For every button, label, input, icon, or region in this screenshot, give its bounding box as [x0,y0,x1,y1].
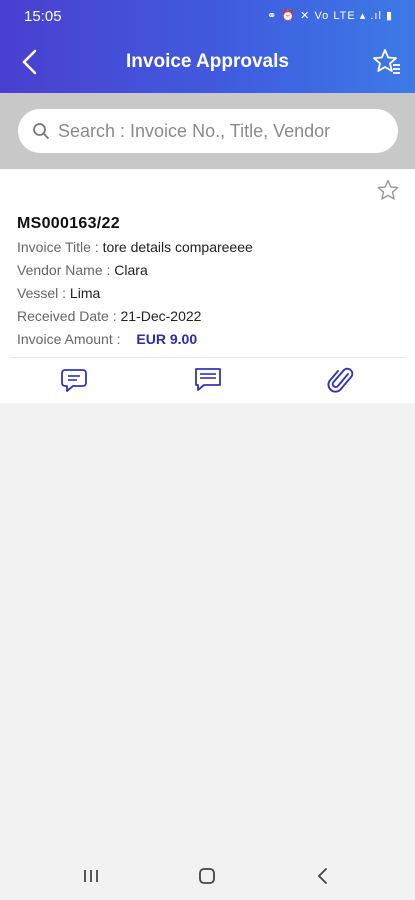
received-date-label: Received Date : [17,308,117,324]
status-bar: 15:05 ⚭ ⏰ ✕ Vo LTE ▴ .ıl ▮ [0,0,415,32]
system-nav-bar [0,852,415,900]
card-divider [10,357,405,358]
attachment-button[interactable] [324,363,358,397]
vessel-row: Vessel : Lima [17,285,100,301]
recent-apps-button[interactable] [76,864,106,888]
favorites-filter-button[interactable] [369,44,405,80]
comments-icon [61,369,87,392]
vendor-value: Clara [114,262,148,278]
chevron-left-icon [318,868,327,884]
invoice-number: MS000163/22 [17,215,120,232]
received-date-value: 21-Dec-2022 [120,308,202,324]
comments-button[interactable] [58,363,92,397]
star-list-icon [373,49,400,74]
message-button[interactable] [191,363,225,397]
app-header: 15:05 ⚭ ⏰ ✕ Vo LTE ▴ .ıl ▮ Invoice Appro… [0,0,415,93]
status-time: 15:05 [24,8,62,25]
favorite-star-button[interactable] [375,177,401,203]
invoice-amount-row: Invoice Amount : EUR 9.00 [17,331,197,347]
recent-apps-icon [84,870,98,882]
search-icon [33,123,49,139]
search-box[interactable] [18,109,398,153]
message-icon [195,368,221,391]
invoice-title-value: tore details compareeee [102,239,253,255]
invoice-card[interactable]: MS000163/22 Invoice Title : tore details… [0,169,415,403]
home-button[interactable] [192,864,222,888]
vendor-label: Vendor Name : [17,262,111,278]
invoice-amount-label: Invoice Amount : [17,331,121,347]
status-icons: ⚭ ⏰ ✕ Vo LTE ▴ .ıl ▮ [267,10,393,22]
search-area [0,93,415,169]
star-outline-icon [377,179,399,200]
invoice-title-row: Invoice Title : tore details compareeee [17,239,253,255]
system-back-button[interactable] [308,864,338,888]
invoice-amount-value: EUR 9.00 [136,331,198,347]
vessel-label: Vessel : [17,285,67,301]
vessel-value: Lima [69,285,101,301]
search-input[interactable] [58,120,378,142]
received-date-row: Received Date : 21-Dec-2022 [17,308,201,324]
page-title: Invoice Approvals [126,51,289,72]
invoice-title-label: Invoice Title : [17,239,99,255]
home-icon [199,868,215,884]
attachment-icon [327,367,354,393]
vendor-row: Vendor Name : Clara [17,262,148,278]
